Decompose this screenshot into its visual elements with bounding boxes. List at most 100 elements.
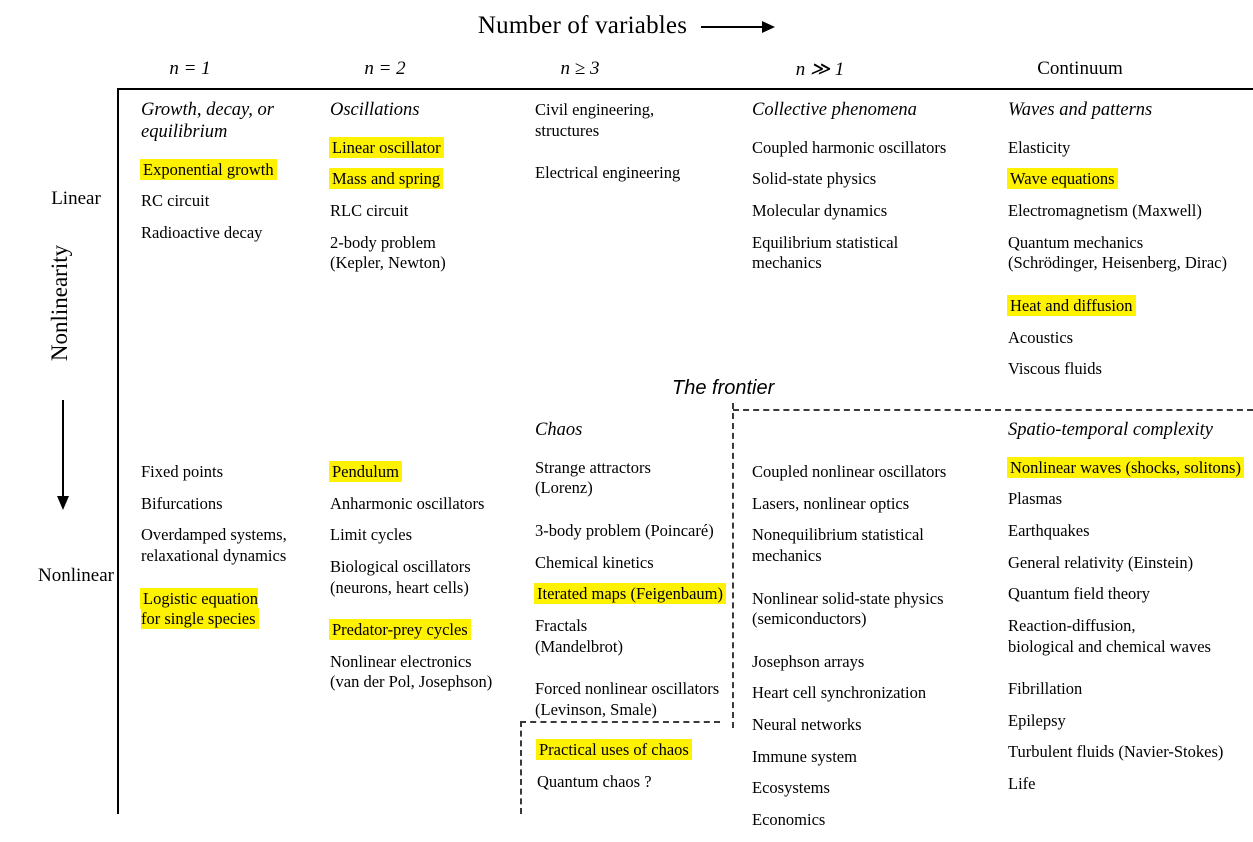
practical-box-horizontal-dashed-line (520, 721, 720, 723)
chart-title-text: Number of variables (477, 12, 688, 39)
column-header-n1: n = 1 (169, 58, 211, 79)
topic-item: Coupled harmonic oscillators (752, 137, 947, 157)
topic-item: Electrical engineering (535, 163, 681, 183)
category-title: Growth, decay, or equilibrium (141, 100, 274, 142)
topic-item: Fibrillation (1008, 679, 1083, 699)
category-title: Chaos (535, 420, 583, 440)
topic-item: Chemical kinetics (535, 552, 654, 572)
topic-item: Logistic equation for single species (141, 588, 316, 630)
topic-item: Anharmonic oscillators (330, 493, 485, 513)
topic-item: Economics (752, 809, 826, 829)
topic-item: Molecular dynamics (752, 201, 888, 221)
topic-item: Ecosystems (752, 778, 830, 798)
axis-label-nonlinearity: Nonlinearity (47, 244, 72, 362)
topic-item: Viscous fluids (1008, 359, 1102, 379)
topic-item: Predator-prey cycles (330, 620, 525, 641)
highlighted-topic: Linear oscillator (330, 137, 443, 157)
highlighted-topic: Predator-prey cycles (330, 620, 470, 640)
topic-item: RC circuit (141, 191, 210, 211)
topic-item: Elasticity (1008, 137, 1071, 157)
topic-item: Epilepsy (1008, 710, 1066, 730)
cell-linear-nmuch: Collective phenomena Coupled harmonic osc… (752, 100, 982, 285)
topic-item: Electromagnetism (Maxwell) (1008, 201, 1202, 221)
chart-title: Number of variables (0, 12, 1253, 40)
topic-item: Quantum field theory (1008, 584, 1151, 604)
column-header-nmuch: n ≫ 1 (795, 59, 845, 80)
table-top-rule (117, 88, 1253, 90)
topic-item: Wave equations (1008, 169, 1253, 190)
topic-item: Bifurcations (141, 493, 223, 513)
topic-item: Quantum mechanics (Schrödinger, Heisenbe… (1008, 232, 1227, 273)
topic-item: Fixed points (141, 462, 224, 481)
topic-item: Nonlinear waves (shocks, solitons) (1008, 457, 1253, 479)
cell-nonlinear-continuum: Spatio-temporal complexity Nonlinear wave… (1008, 420, 1253, 806)
topic-item: Forced nonlinear oscillators (Levinson, … (535, 679, 720, 719)
down-arrow-icon (57, 400, 69, 510)
highlighted-topic: Practical uses of chaos (537, 740, 691, 759)
topic-item: Mass and spring (330, 169, 500, 190)
topic-item: Exponential growth (141, 159, 301, 181)
topic-item: Strange attractors (Lorenz) (535, 457, 651, 498)
highlighted-topic: Iterated maps (Feigenbaum) (535, 584, 726, 604)
topic-item: Iterated maps (Feigenbaum) (535, 584, 735, 605)
category-title: Oscillations (330, 100, 420, 120)
highlighted-topic: Wave equations (1008, 169, 1117, 189)
axis-label-nonlinear: Nonlinear (38, 565, 114, 586)
category-title: Collective phenomena (752, 100, 917, 120)
topic-item: Linear oscillator (330, 137, 500, 159)
axis-label-linear: Linear (51, 188, 101, 209)
highlighted-topic: Pendulum (330, 462, 401, 481)
topic-item: 2-body problem (Kepler, Newton) (330, 232, 446, 273)
category-title: Waves and patterns (1008, 100, 1153, 120)
topic-item: Heart cell synchronization (752, 683, 927, 703)
cell-linear-n1: Growth, decay, or equilibrium Exponential… (141, 100, 301, 255)
column-header-continuum: Continuum (1037, 58, 1123, 79)
cell-linear-continuum: Waves and patterns Elasticity Wave equatio… (1008, 100, 1253, 391)
topic-item: Nonequilibrium statistical mechanics (752, 525, 924, 565)
frontier-horizontal-dashed-line (733, 409, 1253, 411)
topic-item: Plasmas (1008, 489, 1063, 509)
topic-item: Turbulent fluids (Navier-Stokes) (1008, 742, 1224, 762)
cell-linear-n3: Civil engineering, structures Electrical … (535, 100, 735, 195)
highlighted-topic: Logistic equation for single species (141, 588, 259, 629)
category-title: Spatio-temporal complexity (1008, 420, 1213, 440)
frontier-label: The frontier (672, 377, 775, 399)
topic-item: Josephson arrays (752, 651, 865, 671)
cell-nonlinear-n2: Pendulum Anharmonic oscillators Limit cycl… (330, 462, 525, 704)
cell-practical-uses-of-chaos: Practical uses of chaos Quantum chaos ? (537, 740, 747, 803)
topic-item: Limit cycles (330, 525, 413, 545)
topic-item: Lasers, nonlinear optics (752, 493, 910, 513)
topic-item: Neural networks (752, 715, 862, 734)
topic-item: Quantum chaos ? (537, 771, 652, 791)
topic-item: Immune system (752, 746, 857, 766)
topic-item: Biological oscillators (neurons, heart c… (330, 556, 471, 597)
topic-item: 3-body problem (Poincaré) (535, 521, 714, 541)
topic-item: Solid-state physics (752, 169, 877, 189)
topic-item: Coupled nonlinear oscillators (752, 462, 947, 481)
topic-item: RLC circuit (330, 201, 409, 221)
topic-item: Pendulum (330, 462, 525, 483)
topic-item: Radioactive decay (141, 222, 263, 242)
cell-nonlinear-nmuch: Coupled nonlinear oscillators Lasers, non… (752, 462, 982, 842)
topic-item: General relativity (Einstein) (1008, 552, 1194, 572)
topic-item: Reaction-diffusion, biological and chemi… (1008, 615, 1211, 656)
topic-item: Nonlinear electronics (van der Pol, Jose… (330, 651, 493, 692)
highlighted-topic: Exponential growth (141, 159, 276, 179)
cell-linear-n2: Oscillations Linear oscillator Mass and sp… (330, 100, 500, 285)
highlighted-topic: Heat and diffusion (1008, 295, 1135, 315)
topic-item: Overdamped systems, relaxational dynamic… (141, 525, 287, 565)
topic-item: Civil engineering, structures (535, 100, 655, 140)
cell-nonlinear-n3: Chaos Strange attractors (Lorenz) 3-body p… (535, 420, 735, 731)
topic-item: Fractals (Mandelbrot) (535, 615, 623, 656)
topic-item: Equilibrium statistical mechanics (752, 232, 899, 273)
highlighted-topic: Mass and spring (330, 169, 443, 189)
cell-nonlinear-n1: Fixed points Bifurcations Overdamped syste… (141, 462, 316, 641)
right-arrow-icon (701, 21, 776, 34)
topic-item: Earthquakes (1008, 521, 1090, 541)
practical-box-vertical-dashed-line (520, 721, 522, 814)
topic-item: Heat and diffusion (1008, 295, 1253, 317)
column-header-n2: n = 2 (364, 58, 406, 79)
topic-item: Practical uses of chaos (537, 740, 747, 761)
column-header-n3: n ≥ 3 (560, 58, 600, 79)
topic-item: Life (1008, 774, 1036, 794)
